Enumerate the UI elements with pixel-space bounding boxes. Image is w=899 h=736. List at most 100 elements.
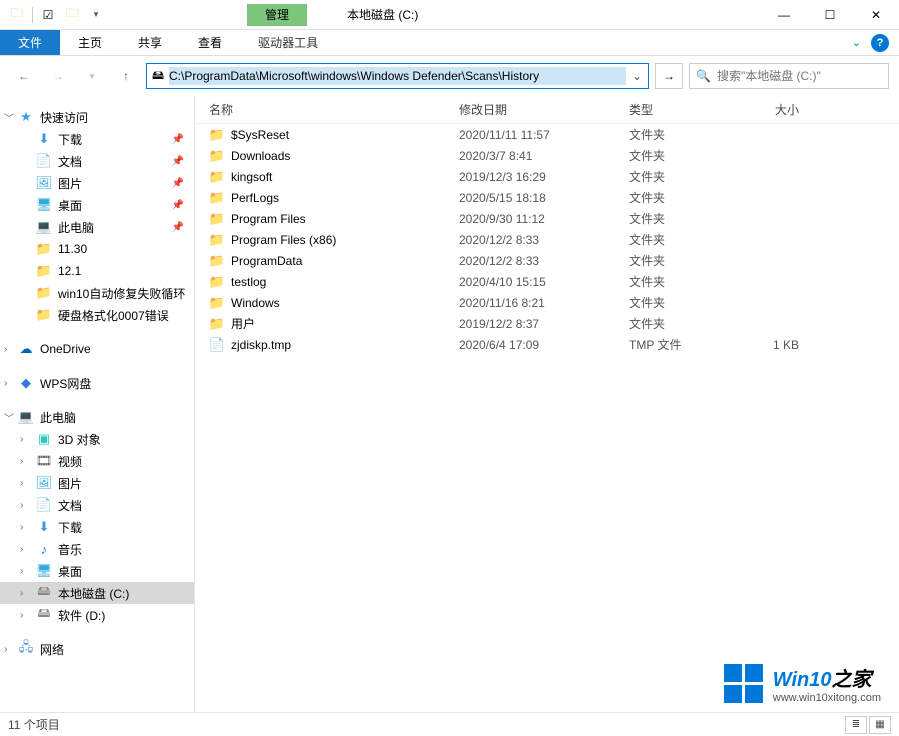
file-type: 文件夹 bbox=[629, 231, 719, 248]
address-bar[interactable]: 🖴 ⌄ bbox=[146, 63, 649, 89]
col-type[interactable]: 类型 bbox=[629, 101, 719, 118]
file-row[interactable]: $SysReset2020/11/11 11:57文件夹 bbox=[195, 124, 899, 145]
file-name: Windows bbox=[231, 296, 280, 310]
sidebar-onedrive[interactable]: ›OneDrive bbox=[0, 338, 194, 360]
sidebar-documents2[interactable]: ›文档 bbox=[0, 494, 194, 516]
nav-sidebar[interactable]: ﹀快速访问 下载📌 文档📌 图片📌 桌面📌 此电脑📌 11.30 12.1 wi… bbox=[0, 96, 195, 712]
col-name[interactable]: 名称 bbox=[209, 101, 459, 118]
file-type: 文件夹 bbox=[629, 210, 719, 227]
sidebar-network[interactable]: ›网络 bbox=[0, 638, 194, 660]
view-details-icon[interactable]: ≣ bbox=[845, 716, 867, 734]
qat-dropdown-icon[interactable]: ▾ bbox=[85, 4, 107, 26]
up-button[interactable]: ↑ bbox=[112, 62, 140, 90]
sidebar-drive-c[interactable]: ›本地磁盘 (C:) bbox=[0, 582, 194, 604]
folder-icon bbox=[209, 169, 225, 185]
file-row[interactable]: Program Files (x86) 2020/12/2 8:33文件夹 bbox=[195, 229, 899, 250]
file-row[interactable]: testlog2020/4/10 15:15文件夹 bbox=[195, 271, 899, 292]
sidebar-3d[interactable]: ›3D 对象 bbox=[0, 428, 194, 450]
qat-properties-icon[interactable]: ☑ bbox=[37, 4, 59, 26]
file-type: 文件夹 bbox=[629, 252, 719, 269]
search-input[interactable] bbox=[717, 69, 882, 83]
file-date: 2020/11/16 8:21 bbox=[459, 296, 629, 310]
column-headers[interactable]: 名称 修改日期 类型 大小 bbox=[195, 96, 899, 124]
col-size[interactable]: 大小 bbox=[719, 101, 799, 118]
tab-view[interactable]: 查看 bbox=[180, 30, 240, 55]
sidebar-folder-121[interactable]: 12.1 bbox=[0, 260, 194, 282]
back-button[interactable]: ← bbox=[10, 62, 38, 90]
file-name: PerfLogs bbox=[231, 191, 279, 205]
forward-button[interactable]: → bbox=[44, 62, 72, 90]
sidebar-pictures[interactable]: 图片📌 bbox=[0, 172, 194, 194]
file-date: 2020/4/10 15:15 bbox=[459, 275, 629, 289]
sidebar-video[interactable]: ›视频 bbox=[0, 450, 194, 472]
window-title: 本地磁盘 (C:) bbox=[347, 6, 418, 23]
file-row[interactable]: Downloads2020/3/7 8:41文件夹 bbox=[195, 145, 899, 166]
folder-icon bbox=[209, 190, 225, 206]
file-list[interactable]: $SysReset2020/11/11 11:57文件夹Downloads202… bbox=[195, 124, 899, 712]
sidebar-downloads2[interactable]: ›下载 bbox=[0, 516, 194, 538]
file-date: 2020/12/2 8:33 bbox=[459, 233, 629, 247]
pin-icon: 📌 bbox=[172, 134, 184, 145]
tab-share[interactable]: 共享 bbox=[120, 30, 180, 55]
file-date: 2019/12/2 8:37 bbox=[459, 317, 629, 331]
file-name: 用户 bbox=[231, 315, 255, 332]
sidebar-wps[interactable]: ›WPS网盘 bbox=[0, 372, 194, 394]
recent-dropdown[interactable]: ▾ bbox=[78, 62, 106, 90]
tab-drive-tools[interactable]: 驱动器工具 bbox=[240, 30, 336, 55]
sidebar-music[interactable]: ›音乐 bbox=[0, 538, 194, 560]
file-row[interactable]: ProgramData2020/12/2 8:33文件夹 bbox=[195, 250, 899, 271]
file-row[interactable]: kingsoft2019/12/3 16:29文件夹 bbox=[195, 166, 899, 187]
sidebar-quick-access[interactable]: ﹀快速访问 bbox=[0, 106, 194, 128]
file-row[interactable]: PerfLogs2020/5/15 18:18文件夹 bbox=[195, 187, 899, 208]
pin-icon: 📌 bbox=[172, 200, 184, 211]
file-row[interactable]: zjdiskp.tmp2020/6/4 17:09TMP 文件1 KB bbox=[195, 334, 899, 355]
folder-icon bbox=[209, 211, 225, 227]
address-dropdown-icon[interactable]: ⌄ bbox=[626, 69, 648, 83]
file-type: TMP 文件 bbox=[629, 336, 719, 353]
app-icon[interactable]: 🗀 bbox=[6, 4, 28, 26]
file-name: kingsoft bbox=[231, 170, 272, 184]
sidebar-pictures2[interactable]: ›图片 bbox=[0, 472, 194, 494]
sidebar-drive-d[interactable]: ›软件 (D:) bbox=[0, 604, 194, 626]
file-row[interactable]: 用户2019/12/2 8:37文件夹 bbox=[195, 313, 899, 334]
sidebar-thispc-quick[interactable]: 此电脑📌 bbox=[0, 216, 194, 238]
close-button[interactable]: ✕ bbox=[853, 0, 899, 30]
sidebar-folder-1130[interactable]: 11.30 bbox=[0, 238, 194, 260]
file-name: Program Files bbox=[231, 212, 306, 226]
sidebar-downloads[interactable]: 下载📌 bbox=[0, 128, 194, 150]
sidebar-folder-hdd[interactable]: 硬盘格式化0007错误 bbox=[0, 304, 194, 326]
quick-access-toolbar: 🗀 ☑ 🗀 ▾ bbox=[0, 4, 107, 26]
tab-file[interactable]: 文件 bbox=[0, 30, 60, 55]
ribbon-expand-icon[interactable]: ⌄ bbox=[852, 36, 861, 49]
view-large-icon[interactable]: ▦ bbox=[869, 716, 891, 734]
sidebar-thispc[interactable]: ﹀此电脑 bbox=[0, 406, 194, 428]
search-box[interactable]: 🔍 bbox=[689, 63, 889, 89]
sidebar-desktop2[interactable]: ›桌面 bbox=[0, 560, 194, 582]
file-name: testlog bbox=[231, 275, 266, 289]
file-name: Program Files (x86) bbox=[231, 233, 336, 247]
tab-home[interactable]: 主页 bbox=[60, 30, 120, 55]
folder-icon bbox=[209, 148, 225, 164]
ribbon-tabs: 文件 主页 共享 查看 驱动器工具 ⌄ ? bbox=[0, 30, 899, 56]
address-input[interactable] bbox=[169, 67, 626, 85]
minimize-button[interactable]: — bbox=[761, 0, 807, 30]
col-date[interactable]: 修改日期 bbox=[459, 101, 629, 118]
qat-newfolder-icon[interactable]: 🗀 bbox=[61, 4, 83, 26]
maximize-button[interactable]: ☐ bbox=[807, 0, 853, 30]
file-row[interactable]: Program Files 2020/9/30 11:12文件夹 bbox=[195, 208, 899, 229]
main-split: ﹀快速访问 下载📌 文档📌 图片📌 桌面📌 此电脑📌 11.30 12.1 wi… bbox=[0, 96, 899, 712]
sidebar-documents[interactable]: 文档📌 bbox=[0, 150, 194, 172]
file-date: 2020/5/15 18:18 bbox=[459, 191, 629, 205]
go-button[interactable]: → bbox=[655, 63, 683, 89]
file-name: zjdiskp.tmp bbox=[231, 338, 291, 352]
help-icon[interactable]: ? bbox=[871, 34, 889, 52]
file-date: 2020/9/30 11:12 bbox=[459, 212, 629, 226]
pin-icon: 📌 bbox=[172, 156, 184, 167]
sidebar-desktop[interactable]: 桌面📌 bbox=[0, 194, 194, 216]
sidebar-folder-win10[interactable]: win10自动修复失败循环 bbox=[0, 282, 194, 304]
status-text: 11 个项目 bbox=[8, 716, 60, 733]
file-name: $SysReset bbox=[231, 128, 289, 142]
file-type: 文件夹 bbox=[629, 168, 719, 185]
file-row[interactable]: Windows2020/11/16 8:21文件夹 bbox=[195, 292, 899, 313]
contextual-tab-manage[interactable]: 管理 bbox=[247, 4, 307, 26]
